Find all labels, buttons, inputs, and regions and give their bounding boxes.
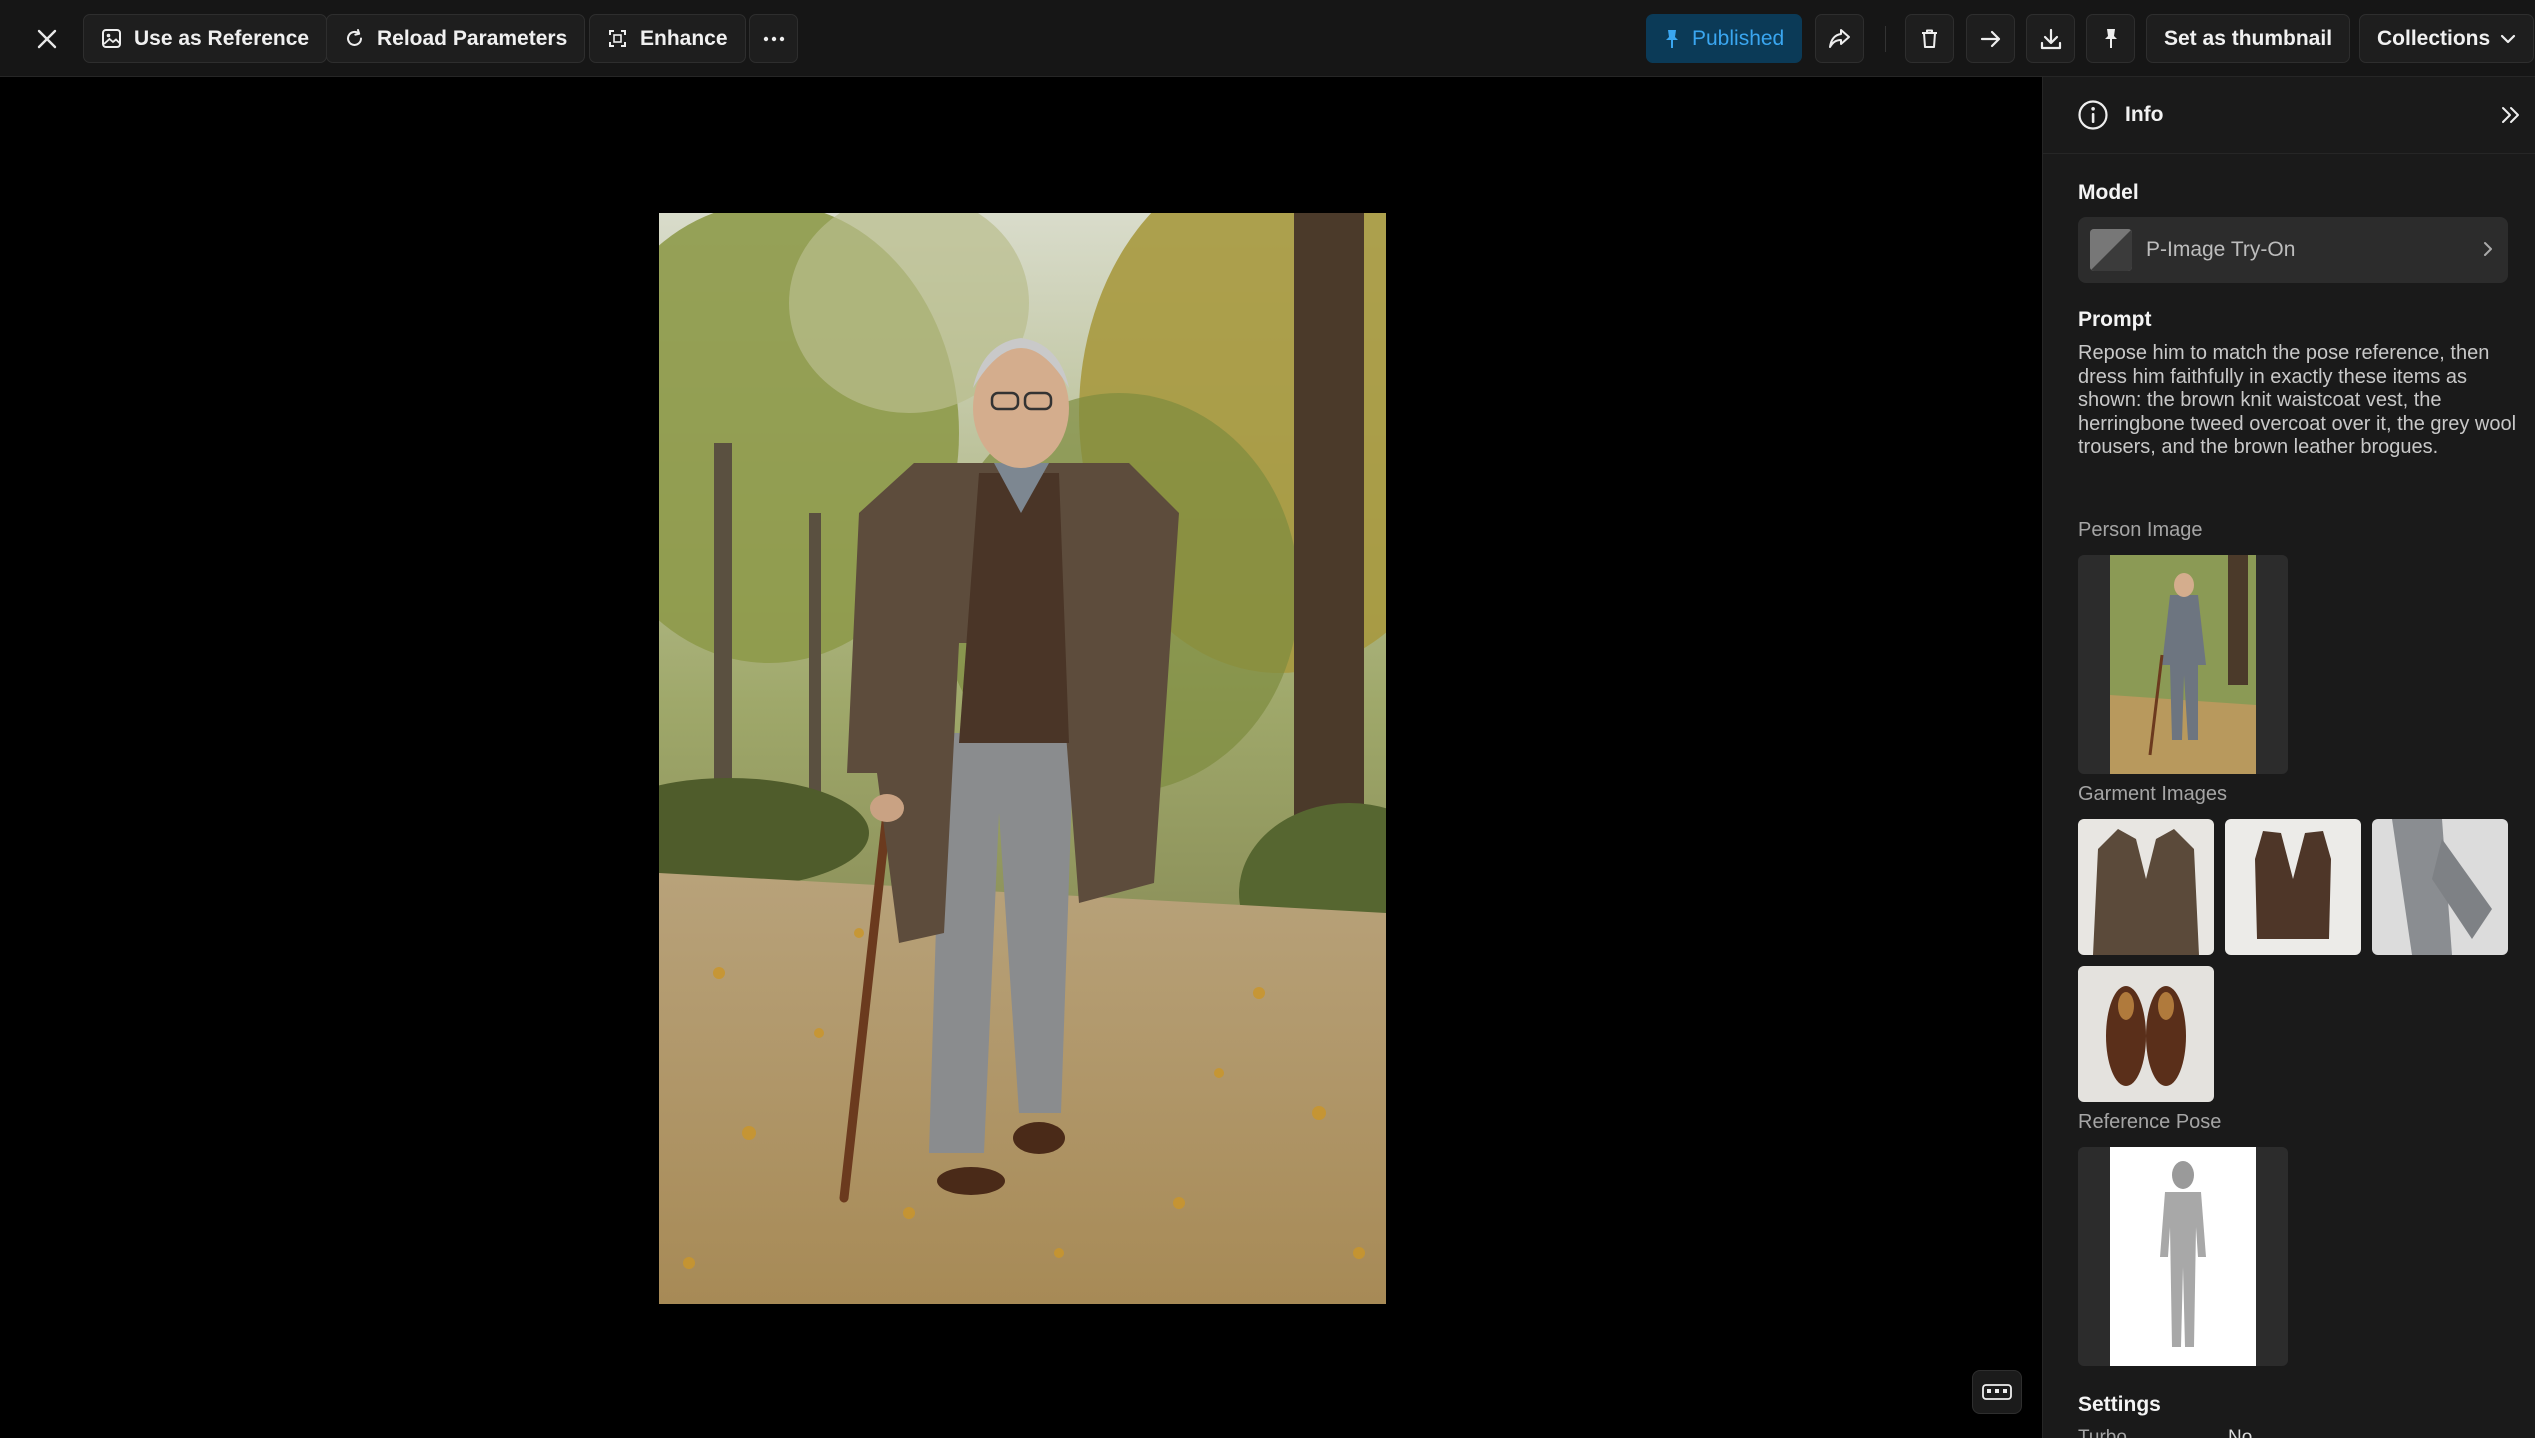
reference-pose-thumbnail[interactable] [2078,1147,2288,1366]
download-button[interactable] [2026,14,2075,63]
set-as-thumbnail-button[interactable]: Set as thumbnail [2146,14,2351,63]
keyboard-icon [1982,1384,2012,1400]
reference-pose-heading: Reference Pose [2078,1111,2222,1133]
info-panel: Info Model P-Image Try-On Prompt Repose … [2042,77,2535,1438]
person-image-thumbnail[interactable] [2078,555,2288,774]
use-as-reference-button[interactable]: Use as Reference [83,14,328,63]
chevron-right-icon [2484,242,2492,256]
chevron-down-icon [2501,34,2516,43]
more-horizontal-icon [763,36,784,41]
garment-image-vest[interactable] [2225,819,2361,955]
image-viewer [0,77,2042,1438]
collections-label: Collections [2377,26,2491,50]
model-name: P-Image Try-On [2146,238,2296,261]
arrow-right-icon [1980,30,2000,47]
chevrons-right-icon [2502,107,2519,123]
delete-button[interactable] [1905,14,1954,63]
use-as-reference-label: Use as Reference [134,26,310,50]
enhance-button[interactable]: Enhance [589,14,746,63]
more-options-button[interactable] [749,14,798,63]
prompt-text: Repose him to match the pose reference, … [2078,342,2517,458]
top-toolbar: Use as Reference Reload Parameters Enhan… [0,0,2535,77]
garment-image-trousers[interactable] [2372,819,2508,955]
garment-image-brogues[interactable] [2078,966,2214,1102]
published-label: Published [1692,26,1785,50]
model-heading: Model [2078,181,2139,204]
model-selector[interactable]: P-Image Try-On [2078,217,2508,283]
pin-button[interactable] [2086,14,2135,63]
info-panel-header: Info [2043,77,2535,154]
share-icon [1829,29,1850,48]
settings-row-value: No [2228,1427,2253,1438]
person-image-illustration [2110,555,2256,774]
garment-image-overcoat[interactable] [2078,819,2214,955]
settings-heading: Settings [2078,1393,2161,1416]
share-button[interactable] [1815,14,1864,63]
trash-icon [1922,29,1937,48]
keyboard-shortcuts-button[interactable] [1972,1370,2022,1414]
info-panel-title: Info [2125,103,2164,126]
enhance-icon [609,30,626,47]
settings-row-label: Turbo [2078,1427,2127,1438]
garment-images-heading: Garment Images [2078,783,2227,805]
reload-icon [347,29,362,46]
reload-parameters-button[interactable]: Reload Parameters [326,14,586,63]
overcoat-thumbnail [2078,819,2214,955]
collections-dropdown[interactable]: Collections [2359,14,2535,63]
info-icon [2078,100,2108,130]
set-as-thumbnail-label: Set as thumbnail [2164,26,2333,50]
prompt-heading: Prompt [2078,308,2152,331]
toolbar-divider [1885,26,1886,52]
person-image-heading: Person Image [2078,519,2203,541]
image-icon [102,29,121,48]
collapse-panel-button[interactable] [2497,101,2525,129]
trousers-thumbnail [2372,819,2508,955]
next-button[interactable] [1966,14,2015,63]
model-thumbnail [2090,229,2132,271]
brogues-thumbnail [2078,966,2214,1102]
reference-pose-illustration [2110,1147,2256,1366]
reload-parameters-label: Reload Parameters [377,26,568,50]
published-button[interactable]: Published [1646,14,1803,63]
vest-thumbnail [2225,819,2361,955]
pin-icon [2104,29,2117,48]
download-icon [2040,28,2061,49]
generated-image-illustration [659,213,1386,1304]
enhance-label: Enhance [640,26,728,50]
close-icon [37,29,56,48]
pin-icon [1666,29,1678,48]
close-button[interactable] [28,20,65,57]
generated-image[interactable] [659,213,1386,1304]
